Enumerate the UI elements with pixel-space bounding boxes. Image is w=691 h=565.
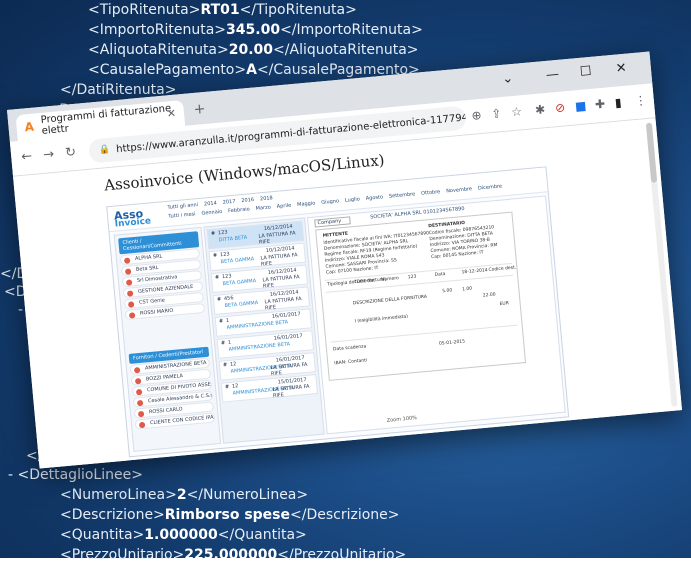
invoice-text: Codice dest. (488, 265, 517, 273)
xml-line: <Quantita>1.000000</Quantita> (60, 527, 307, 543)
document-field: 456 (223, 295, 234, 303)
invoice-text: I (esigibilità immediata) (354, 314, 409, 325)
xml-line: <ImportoRitenuta>345.00</ImportoRitenuta… (88, 22, 423, 38)
month-option[interactable]: Luglio (345, 196, 360, 203)
month-option[interactable]: Giugno (321, 198, 339, 206)
tab-search-icon[interactable]: ⌄ (502, 71, 514, 87)
document-field: AMMINISTRAZIONE BETA (228, 341, 291, 353)
aranzulla-favicon-icon: A (24, 119, 35, 135)
reload-icon[interactable]: ↻ (65, 145, 77, 161)
month-option[interactable]: Tutti i mesi (168, 211, 196, 219)
document-field: 123 (217, 229, 228, 237)
contacts-column: Clienti / Cessionari/Committenti ALPHA SR… (113, 226, 222, 452)
xml-line: <TipoRitenuta>RT01</TipoRitenuta> (88, 2, 357, 18)
invoice-text: 18-12-2014 (461, 268, 488, 276)
invoice-text: 22.00 (482, 292, 496, 299)
invoice-preview-column: Company SOCIETA' ALPHA SRL 0101234567890… (306, 195, 566, 435)
assoinvoice-screenshot: Asso Invoice Tutti gli anni 2014 2017 2016 2… (106, 166, 570, 458)
year-option[interactable]: 2018 (260, 195, 273, 202)
share-icon[interactable]: ⇪ (491, 106, 502, 121)
invoice-text: 5.00 (442, 288, 453, 295)
adblock-icon[interactable]: ⊘ (554, 100, 565, 115)
month-option[interactable]: Marzo (255, 204, 271, 211)
zoom-icon[interactable]: ⊕ (471, 108, 482, 123)
browser-window: A Programmi di fatturazione elettr ✕ + ⌄… (7, 51, 682, 469)
document-field: 12 (229, 361, 237, 368)
assoinvoice-logo: Asso Invoice (113, 207, 152, 230)
lock-icon: 🔒 (98, 144, 111, 156)
side-panel-icon[interactable]: ▮ (614, 95, 622, 110)
extension-icon[interactable]: ✱ (535, 102, 546, 117)
xml-line: <NumeroLinea>2</NumeroLinea> (60, 487, 309, 503)
document-field: AMMINISTRAZIONE BETA (226, 319, 289, 331)
xml-line: <Descrizione>Rimborso spese</Descrizione… (60, 507, 400, 523)
month-option[interactable]: Novembre (446, 186, 472, 194)
month-option[interactable]: Aprile (276, 203, 291, 210)
month-option[interactable]: Febbraio (228, 206, 250, 214)
invoice-text: Numero (380, 276, 400, 283)
invoice-text: 123 (407, 274, 417, 281)
invoice-text: IBAN: Contanti (334, 358, 368, 367)
meet-icon[interactable]: ■ (574, 98, 587, 113)
year-option[interactable]: Tutti gli anni (167, 202, 198, 211)
close-window-icon[interactable]: ✕ (615, 61, 627, 77)
xml-line: - <DettaglioLinee> (8, 467, 143, 483)
document-field: LA FATTURA FA RIFE (272, 383, 310, 400)
documents-column: # 123 16/12/2014 DITTA BETA LA FATTURA FA R… (203, 217, 325, 444)
invoice-text: 1.00 (461, 286, 473, 293)
invoice-text: 05-01-2015 (438, 339, 466, 347)
document-field: DITTA BETA (218, 234, 248, 244)
month-option[interactable]: Settembre (389, 191, 416, 199)
forward-icon[interactable]: → (43, 147, 55, 163)
month-option[interactable]: Dicembre (478, 183, 503, 191)
year-option[interactable]: 2017 (222, 199, 235, 206)
invoice-text: DESCRIZIONE DELLA FORNITURA (352, 294, 428, 307)
zoom-label: Zoom 100% (386, 415, 418, 424)
document-field: 1 (227, 339, 232, 346)
invoice-text: Data (434, 271, 446, 278)
document-field: 1 (225, 317, 230, 324)
invoice-text: MITTENTE (322, 231, 349, 239)
page-content: Assoinvoice (Windows/macOS/Linux) Asso I… (13, 118, 682, 469)
back-icon[interactable]: ← (21, 149, 33, 165)
invoice-rule (330, 324, 518, 343)
new-tab-icon[interactable]: + (193, 101, 206, 118)
invoice-text: EUR (499, 301, 510, 308)
close-tab-icon[interactable]: ✕ (166, 107, 176, 121)
document-field: 12 (231, 383, 239, 390)
minimize-icon[interactable]: — (545, 67, 559, 83)
year-option[interactable]: 2014 (204, 200, 217, 207)
month-option[interactable]: Gennaio (201, 209, 222, 217)
extensions-puzzle-icon[interactable]: ✚ (594, 97, 605, 112)
year-option[interactable]: 2016 (241, 197, 254, 204)
scrollbar-thumb[interactable] (645, 122, 658, 183)
invoice-document: MITTENTE DESTINATARIO Identificativo fisca… (315, 211, 527, 381)
bookmark-star-icon[interactable]: ☆ (511, 104, 523, 119)
document-field: 123 (221, 273, 232, 281)
xml-line: <AliquotaRitenuta>20.00</AliquotaRitenut… (88, 42, 419, 58)
month-option[interactable]: Ottobre (421, 189, 441, 197)
invoice-text: Data scadenza (332, 344, 367, 353)
month-option[interactable]: Agosto (366, 194, 384, 202)
month-option[interactable]: Maggio (297, 200, 316, 208)
xml-line: <PrezzoUnitario>225.000000</PrezzoUnitar… (60, 547, 407, 563)
maximize-icon[interactable]: ☐ (579, 64, 592, 80)
menu-kebab-icon[interactable]: ⋮ (634, 93, 647, 108)
document-field: 123 (219, 251, 230, 259)
